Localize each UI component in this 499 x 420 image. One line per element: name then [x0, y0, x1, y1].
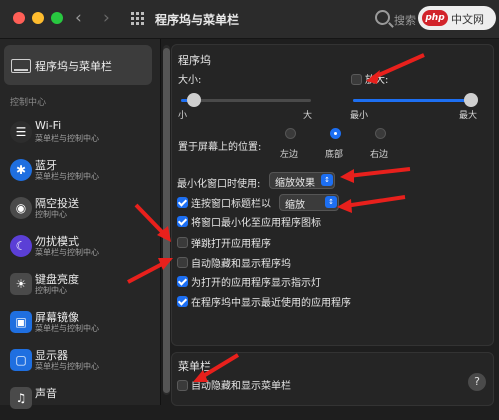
forward-chevron-icon[interactable]: ›	[103, 8, 110, 28]
sidebar-item-airdrop[interactable]: ◉ 隔空投送 控制中心	[8, 192, 158, 230]
size-max-label: 大	[303, 111, 313, 121]
size-label: 大小:	[178, 75, 202, 86]
sidebar-item-label: Wi-Fi	[35, 119, 62, 132]
dock-menubar-icon	[11, 59, 31, 73]
sidebar-item-wifi[interactable]: ☰ Wi-Fi 菜单栏与控制中心	[8, 116, 158, 154]
sidebar-item-sub: 菜单栏与控制中心	[35, 134, 99, 143]
wifi-icon: ☰	[10, 121, 32, 143]
minimize-window-button[interactable]	[32, 12, 44, 24]
search-label[interactable]: 搜索	[394, 12, 416, 28]
sidebar-group-label: 控制中心	[10, 98, 47, 108]
chevron-updown-icon: ↕	[325, 196, 337, 208]
sidebar-item-screen-mirroring[interactable]: ▣ 屏幕镜像 菜单栏与控制中心	[8, 306, 158, 344]
sidebar-item-bluetooth[interactable]: ✱ 蓝牙 菜单栏与控制中心	[8, 154, 158, 192]
display-icon: ▢	[10, 349, 32, 371]
watermark-text: 中文网	[451, 13, 484, 26]
double-click-title-bar-checkbox[interactable]	[177, 197, 188, 208]
autohide-menubar-label: 自动隐藏和显示菜单栏	[191, 381, 291, 392]
magnify-label: 放大:	[365, 75, 389, 86]
watermark: php 中文网	[418, 6, 496, 30]
minimize-effect-value: 缩放效果	[275, 178, 315, 189]
bluetooth-icon: ✱	[10, 159, 32, 181]
size-slider[interactable]	[181, 93, 311, 107]
sidebar-item-label: 程序坞与菜单栏	[35, 60, 112, 73]
magnify-checkbox[interactable]	[351, 74, 362, 85]
sidebar-item-do-not-disturb[interactable]: ☾ 勿扰模式 菜单栏与控制中心	[8, 230, 158, 268]
watermark-logo: php	[422, 10, 448, 26]
autohide-dock-label: 自动隐藏和显示程序坞	[191, 259, 291, 270]
position-right-label: 右边	[370, 150, 389, 160]
minimize-into-app-icon-label: 将窗口最小化至应用程序图标	[191, 218, 321, 229]
magnify-slider[interactable]	[353, 93, 478, 107]
position-bottom-label: 底部	[325, 150, 344, 160]
zoom-window-button[interactable]	[51, 12, 63, 24]
sidebar-item-sub: 控制中心	[35, 286, 67, 295]
show-recent-apps-checkbox[interactable]	[177, 296, 188, 307]
back-chevron-icon[interactable]: ‹	[75, 8, 82, 28]
sidebar-item-keyboard-brightness[interactable]: ☀ 键盘亮度 控制中心	[8, 268, 158, 306]
scrollbar-thumb[interactable]	[163, 48, 170, 393]
magnify-slider-fill	[353, 99, 471, 102]
show-recent-apps-label: 在程序坞中显示最近使用的应用程序	[191, 298, 351, 309]
double-click-action-popup[interactable]: 缩放 ↕	[279, 194, 339, 211]
sidebar-item-sub: 菜单栏与控制中心	[35, 172, 99, 181]
airdrop-icon: ◉	[10, 197, 32, 219]
speaker-icon: ♫	[10, 387, 32, 409]
moon-icon: ☾	[10, 235, 32, 257]
minimize-effect-label: 最小化窗口时使用:	[177, 179, 261, 190]
sidebar: 程序坞与菜单栏 控制中心 ☰ Wi-Fi 菜单栏与控制中心 ✱ 蓝牙 菜单栏与控…	[0, 39, 160, 409]
minimize-effect-popup[interactable]: 缩放效果 ↕	[269, 172, 335, 189]
animate-opening-apps-checkbox[interactable]	[177, 237, 188, 248]
preferences-window: ‹ › 程序坞与菜单栏 搜索 php 中文网 程序坞与菜单栏 控制中心 ☰ Wi…	[0, 0, 499, 409]
autohide-dock-checkbox[interactable]	[177, 257, 188, 268]
sidebar-item-displays[interactable]: ▢ 显示器 菜单栏与控制中心	[8, 344, 158, 382]
size-min-label: 小	[178, 111, 188, 121]
show-indicators-label: 为打开的应用程序显示指示灯	[191, 278, 321, 289]
chevron-updown-icon: ↕	[321, 174, 333, 186]
keyboard-brightness-icon: ☀	[10, 273, 32, 295]
sidebar-item-dock-menubar[interactable]: 程序坞与菜单栏	[4, 45, 152, 85]
sidebar-item-label: 声音	[35, 387, 57, 400]
search-icon[interactable]	[375, 10, 390, 25]
magnify-min-label: 最小	[350, 111, 369, 121]
close-window-button[interactable]	[13, 12, 25, 24]
dock-section-header: 程序坞	[178, 54, 211, 67]
double-click-action-value: 缩放	[285, 200, 305, 211]
window-title: 程序坞与菜单栏	[155, 13, 240, 27]
double-click-title-bar-label: 连按窗口标题栏以	[191, 199, 271, 210]
size-slider-thumb[interactable]	[187, 93, 201, 107]
position-label: 置于屏幕上的位置:	[178, 142, 262, 153]
menubar-section-header: 菜单栏	[178, 360, 211, 373]
sidebar-divider	[160, 39, 161, 405]
autohide-menubar-checkbox[interactable]	[177, 380, 188, 391]
magnify-slider-thumb[interactable]	[464, 93, 478, 107]
position-right-radio[interactable]	[375, 128, 386, 139]
sidebar-item-sound[interactable]: ♫ 声音	[8, 382, 158, 420]
sidebar-item-sub: 菜单栏与控制中心	[35, 362, 99, 371]
help-button[interactable]: ?	[468, 373, 486, 391]
position-left-radio[interactable]	[285, 128, 296, 139]
show-indicators-checkbox[interactable]	[177, 276, 188, 287]
position-bottom-radio[interactable]	[330, 128, 341, 139]
magnify-max-label: 最大	[459, 111, 478, 121]
sidebar-item-sub: 控制中心	[35, 210, 67, 219]
minimize-into-app-icon-checkbox[interactable]	[177, 216, 188, 227]
screen-mirroring-icon: ▣	[10, 311, 32, 333]
sidebar-item-sub: 菜单栏与控制中心	[35, 324, 99, 333]
sidebar-item-sub: 菜单栏与控制中心	[35, 248, 99, 257]
position-left-label: 左边	[280, 150, 299, 160]
show-all-grid-icon[interactable]	[131, 12, 145, 26]
animate-opening-apps-label: 弹跳打开应用程序	[191, 239, 271, 250]
